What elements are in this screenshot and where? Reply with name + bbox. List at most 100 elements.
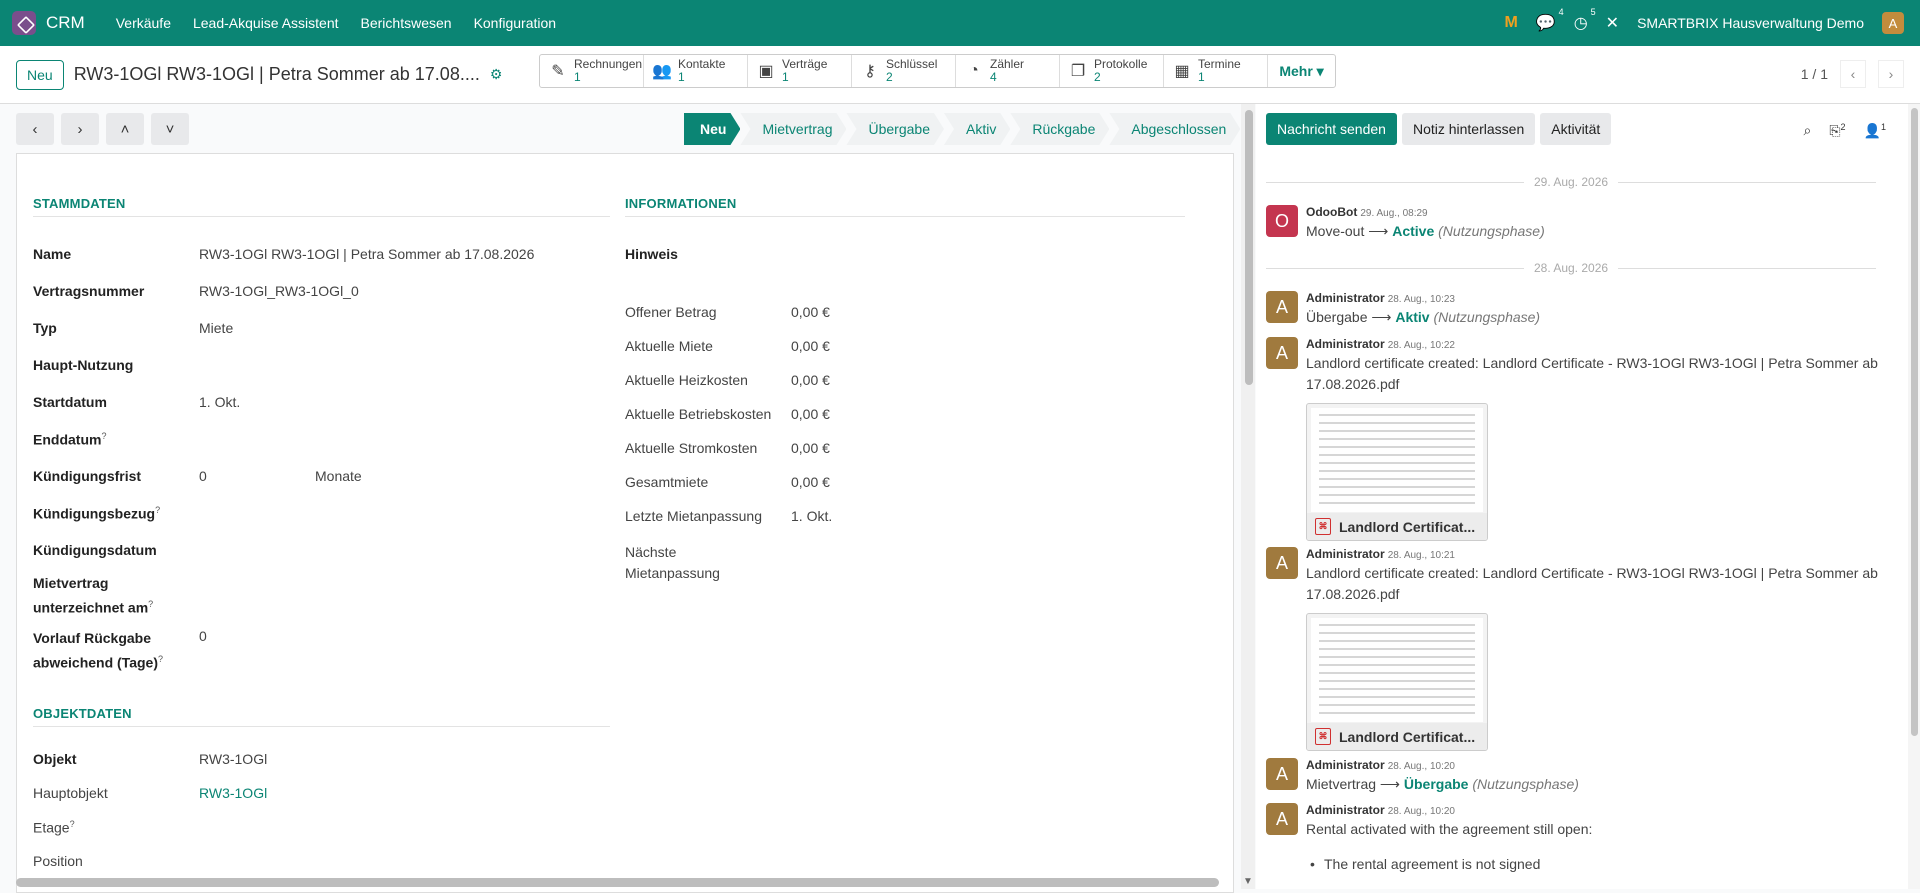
tracking-field: (Nutzungsphase) [1472, 776, 1579, 792]
scroll-down-arrow-icon[interactable]: ▼ [1243, 876, 1253, 887]
smart-buttons: ✎ Rechnungen 1 👥 Kontakte 1 ▣ Verträge 1 ⚷ Schl… [539, 54, 1336, 88]
avatar[interactable]: O [1266, 205, 1298, 237]
status-aktiv[interactable]: Aktiv [944, 113, 1010, 145]
messages-icon[interactable]: 💬 4 [1536, 7, 1564, 33]
field-label-aktuelle-miete: Aktuelle Miete [625, 338, 713, 354]
activity-clock-icon[interactable]: ◷ 5 [1574, 7, 1596, 33]
smart-button-protokolle[interactable]: ❐ Protokolle 2 [1060, 55, 1164, 87]
smart-button-zaehler[interactable]: ◔ Zähler 4 [956, 55, 1060, 87]
message-time: 28. Aug., 10:20 [1387, 761, 1455, 772]
message-author[interactable]: Administrator [1306, 803, 1385, 817]
gear-icon[interactable]: ⚙ [490, 66, 503, 83]
message-author[interactable]: OdooBot [1306, 205, 1357, 219]
field-label-aktuelle-heizkosten: Aktuelle Heizkosten [625, 372, 748, 388]
field-name[interactable]: RW3-1OGl RW3-1OGl | Petra Sommer ab 17.0… [199, 246, 534, 262]
avatar[interactable]: A [1266, 291, 1298, 323]
pager-value[interactable]: 1 / 1 [1801, 66, 1828, 82]
send-message-button[interactable]: Nachricht senden [1266, 113, 1397, 145]
brand-m-icon[interactable]: M [1504, 14, 1517, 32]
help-icon[interactable]: ? [158, 654, 163, 664]
attachment-card[interactable]: ⌘ Landlord Certificat... [1306, 613, 1488, 751]
tracking-field: (Nutzungsphase) [1433, 309, 1541, 325]
followers-icon[interactable]: 👤1 [1864, 122, 1886, 140]
attachment-card[interactable]: ⌘ Landlord Certificat... [1306, 403, 1488, 541]
menu-lead-akquise[interactable]: Lead-Akquise Assistent [182, 15, 350, 31]
field-label-position: Position [33, 853, 83, 869]
smart-button-rechnungen[interactable]: ✎ Rechnungen 1 [540, 55, 644, 87]
pager: 1 / 1 ‹ › [1801, 60, 1904, 88]
smart-button-kontakte[interactable]: 👥 Kontakte 1 [644, 55, 748, 87]
user-avatar[interactable]: A [1882, 12, 1904, 34]
log-note-button[interactable]: Notiz hinterlassen [1401, 113, 1536, 145]
help-icon[interactable]: ? [155, 505, 160, 515]
message-author[interactable]: Administrator [1306, 337, 1385, 351]
chevron-left-icon[interactable]: ‹ [16, 113, 54, 145]
status-neu[interactable]: Neu [684, 113, 740, 145]
record-title: RW3-1OGl RW3-1OGl | Petra Sommer ab 17.0… [73, 64, 480, 84]
message-author[interactable]: Administrator [1306, 547, 1385, 561]
arrow-right-icon: ⟶ [1368, 223, 1389, 239]
edit-icon: ✎ [551, 63, 565, 80]
search-icon[interactable]: ⌕ [1803, 122, 1811, 140]
menu-berichtswesen[interactable]: Berichtswesen [350, 15, 463, 31]
help-icon[interactable]: ? [148, 599, 153, 609]
tracking-new-value: Active [1392, 223, 1435, 239]
messages-count: 4 [1558, 7, 1564, 17]
pager-prev-button[interactable]: ‹ [1840, 60, 1866, 88]
smart-button-termine[interactable]: ▦ Termine 1 [1164, 55, 1268, 87]
status-abgeschlossen[interactable]: Abgeschlossen [1109, 113, 1240, 145]
field-kuendigungsfrist-unit[interactable]: Monate [315, 468, 362, 484]
section-divider [33, 216, 610, 217]
company-switcher[interactable]: SMARTBRIX Hausverwaltung Demo [1637, 15, 1864, 31]
field-hauptobjekt-link[interactable]: RW3-1OGl [199, 785, 267, 801]
smart-button-schluessel[interactable]: ⚷ Schlüssel 2 [852, 55, 956, 87]
chevron-down-icon[interactable]: ˅ [151, 113, 189, 145]
meter-icon: ◔ [969, 62, 979, 79]
message-text: Rental activated with the agreement stil… [1306, 821, 1593, 837]
message-author[interactable]: Administrator [1306, 291, 1385, 305]
field-letzte-mietanpassung[interactable]: 1. Okt. [791, 508, 832, 524]
chatter-scrollbar[interactable] [1911, 108, 1918, 736]
pdf-preview [1311, 408, 1483, 512]
pager-next-button[interactable]: › [1878, 60, 1904, 88]
status-mietvertrag[interactable]: Mietvertrag [740, 113, 846, 145]
arrow-right-icon: ⟶ [1371, 309, 1392, 325]
field-objekt[interactable]: RW3-1OGl [199, 751, 267, 767]
activity-button[interactable]: Aktivität [1540, 113, 1612, 145]
chatter-message: A Administrator 28. Aug., 10:20 Rental ac… [1266, 803, 1876, 889]
field-label-enddatum: Enddatum [33, 431, 102, 448]
help-icon[interactable]: ? [101, 431, 106, 441]
app-name[interactable]: CRM [46, 13, 85, 33]
pdf-icon: ⌘ [1315, 518, 1331, 535]
message-time: 28. Aug., 10:21 [1387, 550, 1455, 561]
chevron-up-icon[interactable]: ˄ [106, 113, 144, 145]
money-icon: ▣ [758, 63, 774, 80]
field-vorlauf-rueckgabe[interactable]: 0 [199, 628, 207, 674]
field-kuendigungsfrist[interactable]: 0 [199, 468, 315, 484]
avatar[interactable]: A [1266, 547, 1298, 579]
status-rueckgabe[interactable]: Rückgabe [1010, 113, 1109, 145]
tracking-new-value: Aktiv [1395, 309, 1430, 325]
form-horizontal-scrollbar[interactable] [16, 878, 1219, 887]
tools-icon[interactable]: ✕ [1606, 13, 1619, 33]
message-author[interactable]: Administrator [1306, 758, 1385, 772]
form-vertical-scrollbar[interactable] [1245, 110, 1253, 385]
menu-verkaeufe[interactable]: Verkäufe [105, 15, 182, 31]
avatar[interactable]: A [1266, 758, 1298, 790]
help-icon[interactable]: ? [70, 819, 75, 829]
menu-konfiguration[interactable]: Konfiguration [463, 15, 568, 31]
crm-app-icon[interactable] [12, 11, 36, 35]
field-startdatum[interactable]: 1. Okt. [199, 394, 240, 410]
smart-button-vertraege[interactable]: ▣ Verträge 1 [748, 55, 852, 87]
field-gesamtmiete: 0,00 € [791, 474, 830, 490]
new-button[interactable]: Neu [16, 59, 64, 90]
chevron-right-icon[interactable]: › [61, 113, 99, 145]
form-pane: ‹ › ˄ ˅ Neu Mietvertrag Übergabe Aktiv R… [0, 104, 1255, 893]
paperclip-icon[interactable]: ⎘2 [1829, 122, 1845, 140]
avatar[interactable]: A [1266, 803, 1298, 835]
avatar[interactable]: A [1266, 337, 1298, 369]
status-uebergabe[interactable]: Übergabe [846, 113, 944, 145]
field-typ[interactable]: Miete [199, 320, 233, 336]
more-dropdown[interactable]: Mehr ▾ [1268, 55, 1335, 87]
field-vertragsnummer[interactable]: RW3-1OGl_RW3-1OGl_0 [199, 283, 359, 299]
